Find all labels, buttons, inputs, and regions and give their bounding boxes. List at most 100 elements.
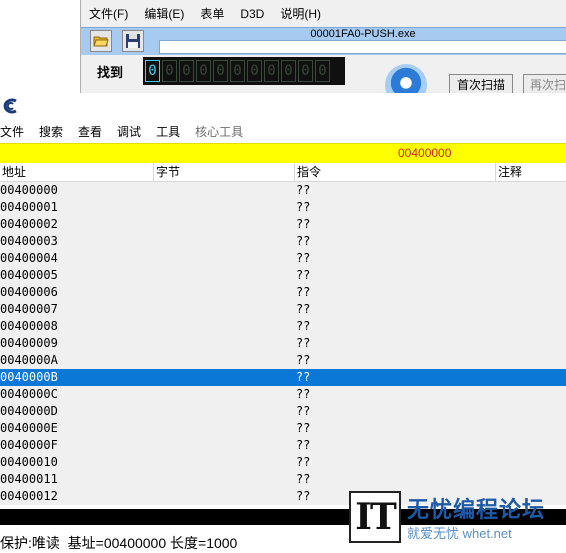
table-row[interactable]: 00400002?? [0,216,566,233]
table-row[interactable]: 0040000D?? [0,403,566,420]
table-row[interactable]: 00400003?? [0,233,566,250]
row-bytes [153,403,294,420]
disassembly-list[interactable]: 00400000?? 00400001?? 00400002?? 00400003??… [0,182,566,505]
process-title: 00001FA0-PUSH.exe [310,28,416,40]
table-row[interactable]: 00400009?? [0,335,566,352]
column-header-bytes[interactable]: 字节 [154,163,295,181]
menu-help[interactable]: 说明(H) [272,4,329,24]
menu-d3d[interactable]: D3D [232,4,272,24]
row-bytes [153,335,294,352]
main-menubar: 文件(F) 编辑(E) 表单 D3D 说明(H) [81,4,329,24]
row-opcode: ?? [295,472,311,486]
row-opcode: ?? [295,404,311,418]
table-row[interactable]: 00400007?? [0,301,566,318]
viewer-menu-file[interactable]: 文件 [0,123,24,140]
table-row[interactable]: 0040000E?? [0,420,566,437]
row-address: 0040000F [0,438,58,452]
row-address: 00400005 [0,268,58,282]
row-opcode: ?? [295,438,311,452]
menu-table[interactable]: 表单 [192,4,232,24]
row-opcode: ?? [295,217,311,231]
row-bytes [153,182,294,199]
cheat-engine-icon [3,98,17,114]
column-header-comment[interactable]: 注释 [496,163,566,181]
row-bytes [153,488,294,505]
table-row[interactable]: 00400008?? [0,318,566,335]
current-address: 00400000 [398,146,452,160]
row-address: 00400012 [0,489,58,503]
menu-file[interactable]: 文件(F) [81,4,136,24]
row-comment [496,284,566,301]
row-comment [496,216,566,233]
found-digit: 0 [298,60,313,82]
found-digit: 0 [145,60,160,82]
column-header-address[interactable]: 地址 [0,163,154,181]
found-digit: 0 [281,60,296,82]
table-row[interactable]: 00400005?? [0,267,566,284]
row-address: 0040000E [0,421,58,435]
row-opcode: ?? [295,268,311,282]
row-address: 0040000D [0,404,58,418]
row-bytes [153,216,294,233]
menu-edit[interactable]: 编辑(E) [136,4,192,24]
row-address: 00400004 [0,251,58,265]
table-row[interactable]: 00400004?? [0,250,566,267]
row-bytes [153,386,294,403]
row-bytes [153,437,294,454]
found-digit: 0 [315,60,330,82]
row-address: 0040000A [0,353,58,367]
row-comment [496,386,566,403]
row-bytes [153,369,294,386]
progress-bar [159,40,566,54]
open-process-button[interactable] [90,30,112,52]
column-header-opcode[interactable]: 指令 [295,163,496,181]
row-address: 00400003 [0,234,58,248]
table-row[interactable]: 00400006?? [0,284,566,301]
row-bytes [153,454,294,471]
row-bytes [153,420,294,437]
row-comment [496,318,566,335]
viewer-menubar: 文件 搜索 查看 调试 工具 核心工具 [0,119,566,143]
found-digit: 0 [247,60,262,82]
row-bytes [153,301,294,318]
row-opcode: ?? [295,285,311,299]
found-digit: 0 [179,60,194,82]
row-address: 00400001 [0,200,58,214]
row-opcode: ?? [295,353,311,367]
row-opcode: ?? [295,336,311,350]
row-bytes [153,284,294,301]
current-address-bar[interactable]: 00400000 [0,143,566,163]
table-row[interactable]: 00400011?? [0,471,566,488]
watermark: IT 无忧编程论坛 就爱无忧 whet.net [349,491,566,546]
viewer-menu-debug[interactable]: 调试 [117,123,141,140]
viewer-menu-tools[interactable]: 工具 [156,123,180,140]
found-digit: 0 [162,60,177,82]
found-digit: 0 [230,60,245,82]
row-comment [496,437,566,454]
table-row[interactable]: 00400010?? [0,454,566,471]
table-row[interactable]: 0040000C?? [0,386,566,403]
table-row[interactable]: 0040000B?? [0,369,566,386]
floppy-disk-icon [126,34,140,48]
row-opcode: ?? [295,183,311,197]
row-address: 0040000B [0,370,58,384]
table-row[interactable]: 0040000F?? [0,437,566,454]
save-button[interactable] [122,30,144,52]
table-row[interactable]: 00400000?? [0,182,566,199]
row-opcode: ?? [295,387,311,401]
found-digit: 0 [264,60,279,82]
row-address: 00400000 [0,183,58,197]
viewer-menu-view[interactable]: 查看 [78,123,102,140]
table-row[interactable]: 00400001?? [0,199,566,216]
row-bytes [153,199,294,216]
row-comment [496,420,566,437]
row-comment [496,471,566,488]
viewer-menu-kernel-tools[interactable]: 核心工具 [195,123,243,140]
row-address: 0040000C [0,387,58,401]
viewer-menu-search[interactable]: 搜索 [39,123,63,140]
memory-viewer-window: 文件 搜索 查看 调试 工具 核心工具 00400000 地址 字节 指令 注释… [0,93,566,553]
row-opcode: ?? [295,251,311,265]
row-bytes [153,471,294,488]
table-row[interactable]: 0040000A?? [0,352,566,369]
row-comment [496,369,566,386]
